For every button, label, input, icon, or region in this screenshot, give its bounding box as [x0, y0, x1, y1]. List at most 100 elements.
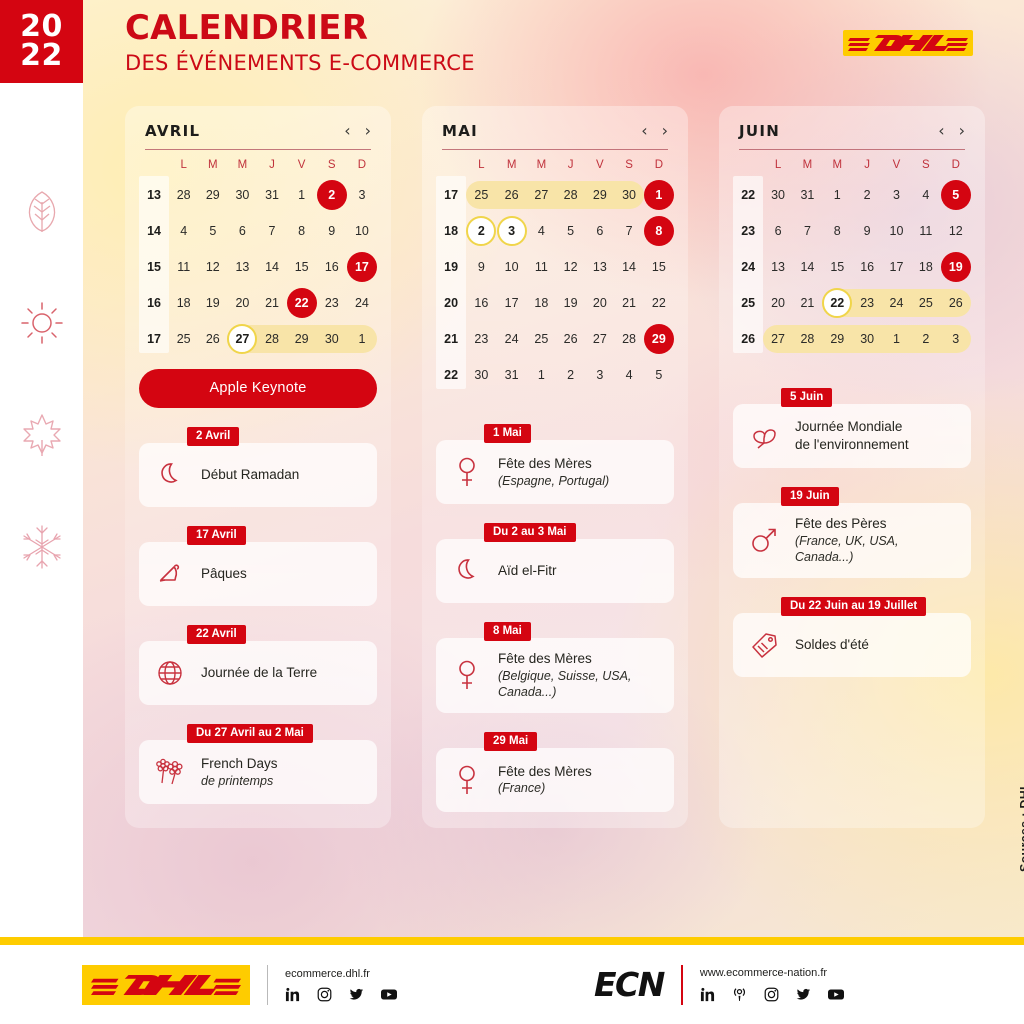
calendar-day[interactable]: 10	[497, 249, 527, 285]
calendar-day[interactable]: 29	[822, 321, 853, 357]
linkedin-icon[interactable]	[700, 987, 715, 1002]
calendar-day[interactable]: 13	[585, 249, 614, 285]
calendar-day[interactable]: 1	[527, 357, 556, 393]
calendar-day[interactable]: 17	[882, 249, 911, 285]
calendar-day[interactable]: 30	[227, 177, 257, 213]
youtube-icon[interactable]	[381, 987, 397, 1002]
calendar-day[interactable]: 29	[286, 321, 317, 357]
calendar-day[interactable]: 30	[852, 321, 883, 357]
calendar-day[interactable]: 16	[317, 249, 347, 285]
calendar-day[interactable]: 30	[763, 177, 792, 213]
calendar-day[interactable]: 7	[793, 213, 822, 249]
instagram-icon[interactable]	[317, 987, 332, 1002]
calendar-day[interactable]: 1	[822, 177, 852, 213]
next-month-icon[interactable]: ›	[365, 123, 371, 139]
calendar-day[interactable]: 7	[257, 213, 286, 249]
calendar-day[interactable]: 24	[497, 321, 527, 357]
calendar-day[interactable]: 24	[347, 285, 377, 321]
calendar-day[interactable]: 28	[792, 321, 823, 357]
calendar-day[interactable]: 4	[911, 177, 940, 213]
calendar-day[interactable]: 16	[466, 285, 496, 321]
calendar-day[interactable]: 26	[940, 285, 972, 321]
calendar-day[interactable]: 21	[614, 285, 643, 321]
calendar-day[interactable]: 9	[317, 213, 347, 249]
calendar-day[interactable]: 30	[614, 177, 644, 213]
prev-month-icon[interactable]: ‹	[344, 123, 350, 139]
dhl-url[interactable]: ecommerce.dhl.fr	[285, 968, 397, 980]
calendar-day[interactable]: 18	[169, 285, 198, 321]
calendar-day[interactable]: 29	[198, 177, 227, 213]
calendar-day[interactable]: 14	[614, 249, 643, 285]
calendar-day[interactable]: 19	[940, 249, 971, 285]
calendar-day[interactable]: 5	[198, 213, 227, 249]
calendar-day[interactable]: 8	[822, 213, 852, 249]
calendar-day[interactable]: 9	[852, 213, 881, 249]
calendar-day[interactable]: 13	[763, 249, 792, 285]
event-card[interactable]: Journée de la Terre	[139, 641, 377, 705]
calendar-day[interactable]: 15	[644, 249, 674, 285]
calendar-day[interactable]: 27	[526, 177, 557, 213]
calendar-day[interactable]: 8	[287, 213, 317, 249]
calendar-day[interactable]: 15	[287, 249, 317, 285]
calendar-day[interactable]: 7	[614, 213, 643, 249]
calendar-day[interactable]: 6	[227, 213, 257, 249]
calendar-day[interactable]: 8	[643, 213, 674, 249]
calendar-day[interactable]: 11	[911, 213, 940, 249]
calendar-day[interactable]: 23	[852, 285, 883, 321]
calendar-day[interactable]: 27	[585, 321, 614, 357]
calendar-day[interactable]: 20	[763, 285, 792, 321]
event-card[interactable]: Début Ramadan	[139, 443, 377, 507]
calendar-day[interactable]: 30	[466, 357, 496, 393]
calendar-day[interactable]: 23	[317, 285, 347, 321]
event-card[interactable]: Aïd el-Fitr	[436, 539, 674, 603]
calendar-day[interactable]: 26	[198, 321, 227, 357]
instagram-icon[interactable]	[764, 987, 779, 1002]
calendar-day[interactable]: 25	[911, 285, 941, 321]
calendar-day[interactable]: 14	[793, 249, 822, 285]
calendar-day[interactable]: 21	[793, 285, 822, 321]
calendar-day[interactable]: 13	[227, 249, 257, 285]
calendar-day[interactable]: 16	[852, 249, 881, 285]
calendar-day[interactable]: 3	[496, 213, 527, 249]
event-card[interactable]: Fête des Mères (Belgique, Suisse, USA, Ca…	[436, 638, 674, 713]
calendar-day[interactable]: 12	[198, 249, 227, 285]
calendar-day[interactable]: 12	[941, 213, 971, 249]
calendar-day[interactable]: 29	[643, 321, 674, 357]
ecn-url[interactable]: www.ecommerce-nation.fr	[700, 967, 844, 979]
calendar-day[interactable]: 21	[257, 285, 286, 321]
calendar-day[interactable]: 11	[169, 249, 198, 285]
calendar-day[interactable]: 22	[286, 285, 317, 321]
calendar-day[interactable]: 28	[614, 321, 643, 357]
calendar-day[interactable]: 28	[555, 177, 586, 213]
calendar-day[interactable]: 3	[585, 357, 614, 393]
calendar-day[interactable]: 27	[227, 321, 258, 357]
calendar-day[interactable]: 2	[911, 321, 941, 357]
calendar-day[interactable]: 4	[614, 357, 643, 393]
calendar-day[interactable]: 20	[585, 285, 614, 321]
event-card[interactable]: Pâques	[139, 542, 377, 606]
calendar-day[interactable]: 1	[643, 177, 674, 213]
twitter-icon[interactable]	[349, 987, 364, 1002]
calendar-day[interactable]: 18	[911, 249, 940, 285]
calendar-day[interactable]: 28	[169, 177, 198, 213]
calendar-day[interactable]: 3	[882, 177, 911, 213]
calendar-day[interactable]: 25	[527, 321, 556, 357]
calendar-day[interactable]: 28	[257, 321, 287, 357]
podcast-icon[interactable]	[732, 986, 747, 1002]
calendar-day[interactable]: 31	[257, 177, 286, 213]
calendar-day[interactable]: 31	[497, 357, 527, 393]
event-card[interactable]: Fête des Mères (Espagne, Portugal)	[436, 440, 674, 504]
calendar-day[interactable]: 25	[169, 321, 198, 357]
calendar-day[interactable]: 9	[466, 249, 496, 285]
calendar-day[interactable]: 10	[347, 213, 377, 249]
prev-month-icon[interactable]: ‹	[938, 123, 944, 139]
calendar-day[interactable]: 29	[585, 177, 615, 213]
calendar-day[interactable]: 20	[227, 285, 257, 321]
calendar-day[interactable]: 17	[346, 249, 377, 285]
event-card[interactable]: Journée Mondiale de l'environnement	[733, 404, 971, 468]
calendar-day[interactable]: 19	[556, 285, 585, 321]
calendar-day[interactable]: 17	[497, 285, 527, 321]
calendar-day[interactable]: 4	[527, 213, 556, 249]
calendar-day[interactable]: 14	[257, 249, 286, 285]
calendar-day[interactable]: 25	[466, 177, 497, 213]
